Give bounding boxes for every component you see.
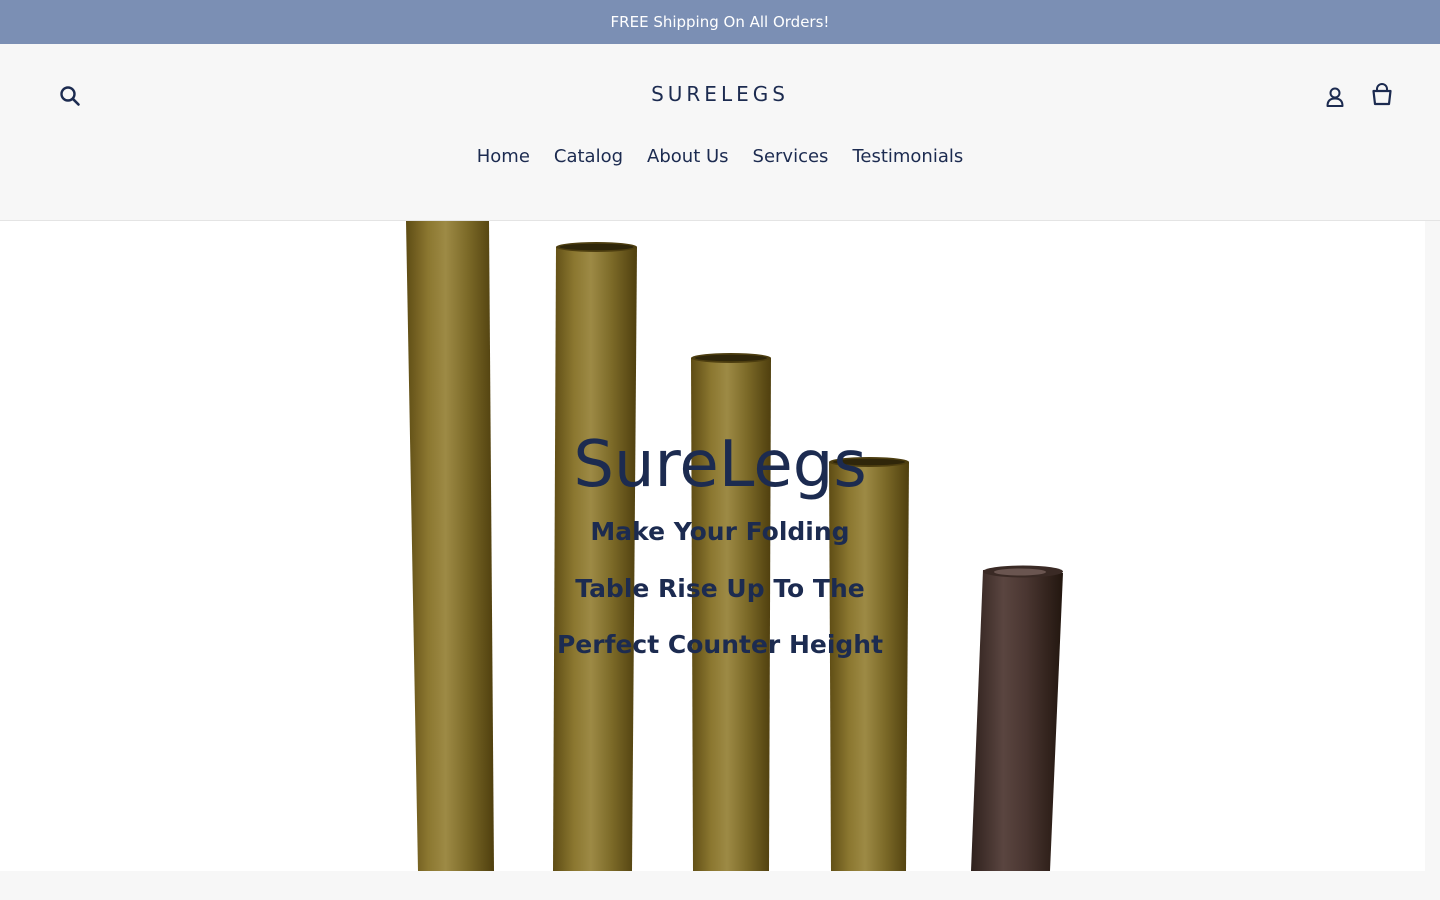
hero-subtitle-line-2: Table Rise Up To The (575, 573, 865, 603)
nav-item-home[interactable]: Home (465, 142, 542, 171)
nav-item-services[interactable]: Services (741, 142, 841, 171)
hero-subtitle-line-1: Make Your Folding (590, 517, 850, 546)
hero-text: SureLegs Make Your Folding Table Rise Up… (0, 425, 1440, 675)
hero-title: SureLegs (573, 428, 867, 502)
hero-banner: SureLegs Make Your Folding Table Rise Up… (0, 221, 1440, 871)
site-logo: SURELEGS (0, 82, 1440, 106)
main-nav: Home Catalog About Us Services Testimoni… (0, 142, 1440, 171)
nav-item-about-us[interactable]: About Us (635, 142, 741, 171)
cart-button[interactable] (1368, 81, 1396, 109)
site-header: SURELEGS Home Catalog About Us Services … (0, 44, 1440, 221)
user-icon (1326, 87, 1344, 107)
nav-item-catalog[interactable]: Catalog (542, 142, 635, 171)
announcement-bar: FREE Shipping On All Orders! (0, 0, 1440, 44)
page-bottom-strip (0, 871, 1440, 900)
announcement-text: FREE Shipping On All Orders! (610, 13, 830, 31)
cart-icon (1372, 83, 1392, 106)
nav-item-testimonials[interactable]: Testimonials (840, 142, 975, 171)
logo-link[interactable]: SURELEGS (651, 82, 789, 106)
login-button[interactable] (1322, 84, 1348, 110)
hero-subtitle-line-3: Perfect Counter Height (556, 630, 884, 659)
